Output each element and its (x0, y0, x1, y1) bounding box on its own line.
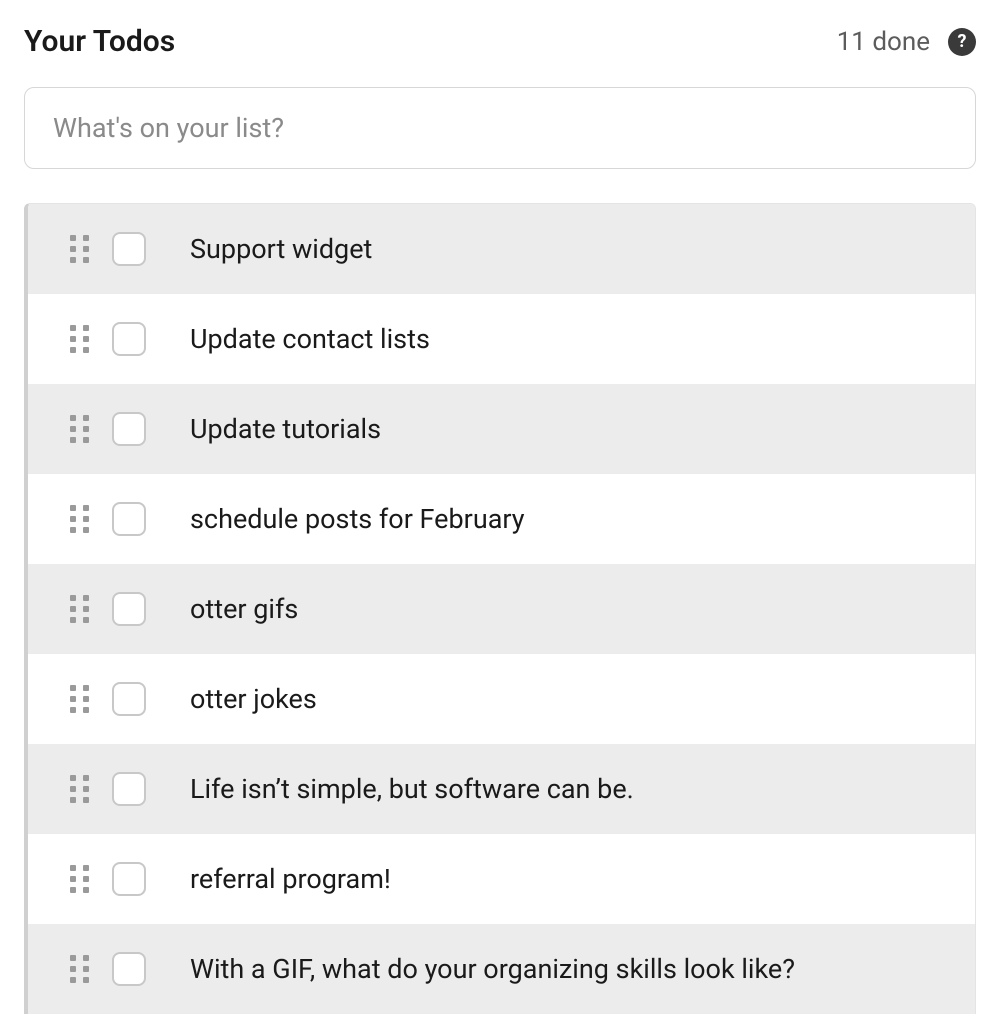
todo-text: otter gifs (190, 591, 298, 627)
header: Your Todos 11 done ? (24, 24, 976, 59)
todo-checkbox[interactable] (112, 682, 146, 716)
help-icon[interactable]: ? (948, 28, 976, 56)
todo-text: otter jokes (190, 681, 317, 717)
todo-text: schedule posts for February (190, 501, 525, 537)
todo-checkbox[interactable] (112, 412, 146, 446)
todo-row[interactable]: With a GIF, what do your organizing skil… (28, 924, 975, 1014)
todo-checkbox[interactable] (112, 772, 146, 806)
page-title: Your Todos (24, 24, 175, 59)
drag-handle-icon[interactable] (68, 954, 90, 984)
todo-text: Life isn’t simple, but software can be. (190, 771, 634, 807)
done-count[interactable]: 11 done (837, 27, 930, 57)
drag-handle-icon[interactable] (68, 324, 90, 354)
drag-handle-icon[interactable] (68, 774, 90, 804)
todo-row[interactable]: Update contact lists (28, 294, 975, 384)
todo-checkbox[interactable] (112, 862, 146, 896)
todo-text: Update tutorials (190, 411, 381, 447)
todo-row[interactable]: Life isn’t simple, but software can be. (28, 744, 975, 834)
header-right: 11 done ? (837, 27, 976, 57)
drag-handle-icon[interactable] (68, 864, 90, 894)
todo-row[interactable]: Update tutorials (28, 384, 975, 474)
todo-checkbox[interactable] (112, 322, 146, 356)
todo-checkbox[interactable] (112, 232, 146, 266)
todo-text: Support widget (190, 231, 372, 267)
todos-panel: Your Todos 11 done ? Support widget Updat… (0, 0, 1000, 1014)
todo-list: Support widget Update contact lists Update… (24, 203, 976, 1014)
todo-text: referral program! (190, 861, 391, 897)
drag-handle-icon[interactable] (68, 414, 90, 444)
todo-row[interactable]: Support widget (28, 204, 975, 294)
todo-text: Update contact lists (190, 321, 430, 357)
todo-checkbox[interactable] (112, 592, 146, 626)
todo-checkbox[interactable] (112, 952, 146, 986)
todo-row[interactable]: referral program! (28, 834, 975, 924)
todo-row[interactable]: otter jokes (28, 654, 975, 744)
drag-handle-icon[interactable] (68, 594, 90, 624)
new-todo-input[interactable] (24, 87, 976, 169)
todo-row[interactable]: otter gifs (28, 564, 975, 654)
drag-handle-icon[interactable] (68, 684, 90, 714)
todo-text: With a GIF, what do your organizing skil… (190, 951, 795, 987)
drag-handle-icon[interactable] (68, 234, 90, 264)
todo-row[interactable]: schedule posts for February (28, 474, 975, 564)
todo-checkbox[interactable] (112, 502, 146, 536)
drag-handle-icon[interactable] (68, 504, 90, 534)
